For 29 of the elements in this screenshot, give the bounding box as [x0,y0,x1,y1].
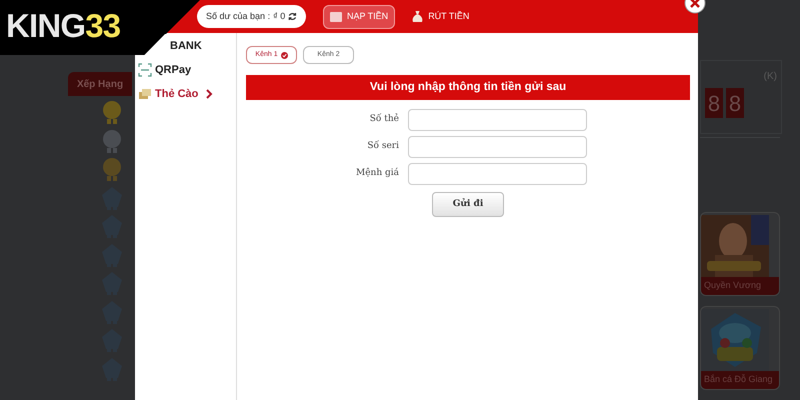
logo-number: 33 [85,9,120,42]
card-stack-icon [138,88,152,100]
input-field[interactable] [408,109,587,131]
money-bag-icon [412,10,424,22]
method-item[interactable]: BANK [170,37,202,55]
balance-label: Số dư của bạn : [206,10,270,23]
refresh-icon[interactable] [288,12,297,21]
medal-icon [101,128,123,152]
logo-word: KING [6,9,86,42]
input-field[interactable] [408,136,587,158]
counter-digit: 8 [705,88,723,118]
field-label: Số seri [366,140,400,154]
header-tab[interactable]: RÚT TIỀN [405,4,476,28]
input-field[interactable] [408,163,587,185]
card-icon [330,12,342,22]
method-item[interactable]: QRPay [138,61,192,79]
medal-icon [101,100,123,124]
method-item[interactable]: Thẻ Cào [138,85,214,103]
submit-button[interactable]: Gửi đi [432,192,504,217]
medal-icon [101,157,123,181]
field-label: Mệnh giá [354,167,400,180]
check-circle-icon [280,52,288,58]
counter-digit: 8 [726,88,744,118]
balance-value: ₫ 0 [273,10,286,23]
field-label: Số thẻ [368,113,400,126]
qr-scan-icon [138,63,152,77]
header-tab[interactable]: NẠP TIỀN [323,4,396,28]
instruction-banner: Vui lòng nhập thông tin tiền gửi sau [246,75,690,100]
chevron-right-icon [206,89,214,99]
